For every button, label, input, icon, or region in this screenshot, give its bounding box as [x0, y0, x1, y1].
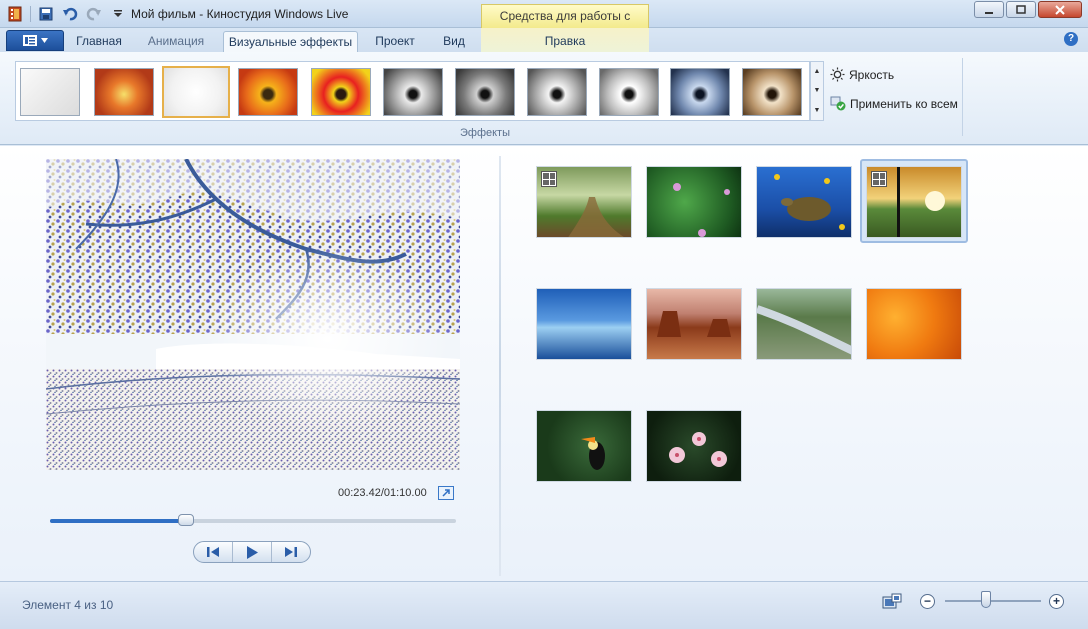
clip-autumn-tree-sunset[interactable] — [866, 166, 962, 238]
effects-gallery — [15, 61, 810, 121]
tab-edit[interactable]: Правка — [530, 31, 600, 52]
tab-visual-effects[interactable]: Визуальные эффекты — [223, 31, 358, 52]
gallery-down-icon[interactable]: ▼ — [814, 87, 821, 94]
status-item-count: Элемент 4 из 10 — [22, 598, 114, 612]
seek-thumb[interactable] — [178, 514, 194, 526]
video-preview — [46, 159, 460, 470]
pane-splitter[interactable] — [499, 156, 501, 576]
maximize-button[interactable] — [1006, 1, 1036, 18]
tab-view[interactable]: Вид — [434, 31, 474, 52]
zoom-slider-track[interactable] — [945, 600, 1041, 602]
redo-icon[interactable] — [85, 5, 103, 23]
effect-gray4-thumb[interactable] — [599, 68, 659, 116]
window-title: Мой фильм - Киностудия Windows Live — [131, 7, 349, 21]
help-icon[interactable]: ? — [1064, 32, 1078, 46]
effect-selected-thumb[interactable] — [162, 66, 230, 118]
zoom-slider-thumb[interactable] — [981, 591, 991, 608]
ribbon-tab-row: Главная Анимация Визуальные эффекты Прое… — [0, 28, 1088, 52]
sun-icon — [830, 67, 845, 82]
effect-gray3-thumb[interactable] — [527, 68, 587, 116]
minimize-button[interactable] — [974, 1, 1004, 18]
clip-blue-sea[interactable] — [536, 288, 632, 360]
tab-animation[interactable]: Анимация — [140, 31, 212, 52]
effect-cyanotype-thumb[interactable] — [670, 68, 730, 116]
effect-gray2-thumb[interactable] — [455, 68, 515, 116]
gallery-more-icon[interactable]: ▼ — [814, 107, 821, 114]
expand-arrow-icon — [442, 489, 450, 497]
gallery-scroll[interactable]: ▲ ▼ ▼ — [810, 61, 824, 121]
clip-orange-flowers[interactable] — [866, 288, 962, 360]
zoom-out-button[interactable]: − — [920, 594, 935, 609]
clip-desert-rock[interactable] — [646, 288, 742, 360]
playback-controls — [193, 541, 311, 563]
title-bar: Мой фильм - Киностудия Windows Live Сред… — [0, 0, 1088, 45]
save-icon[interactable] — [37, 5, 55, 23]
effect-warm-thumb[interactable] — [94, 68, 154, 116]
gallery-up-icon[interactable]: ▲ — [814, 68, 821, 75]
seek-bar[interactable] — [50, 514, 456, 526]
seek-progress — [50, 519, 186, 523]
context-group-header: Средства для работы с видео — [481, 4, 649, 45]
ribbon-panel: ▲ ▼ ▼ Яркость Применить ко всем Эффекты — [0, 52, 1088, 145]
application-menu-button[interactable] — [6, 30, 64, 51]
brightness-label: Яркость — [849, 67, 895, 82]
effect-gray1-thumb[interactable] — [383, 68, 443, 116]
clip-green-flowers[interactable] — [646, 166, 742, 238]
tab-project[interactable]: Проект — [367, 31, 423, 52]
preview-frame-image — [46, 159, 460, 470]
effects-group-label: Эффекты — [460, 127, 511, 139]
tab-home[interactable]: Главная — [70, 31, 128, 52]
undo-icon[interactable] — [61, 5, 79, 23]
chevron-down-icon — [40, 38, 48, 43]
timecode: 00:23.42/01:10.00 — [338, 487, 427, 499]
close-button[interactable] — [1038, 1, 1082, 18]
main-area: 00:23.42/01:10.00 — [0, 146, 1088, 581]
status-bar: Элемент 4 из 10 − + — [0, 581, 1088, 629]
app-film-icon[interactable] — [6, 5, 24, 23]
quick-access-toolbar — [6, 5, 127, 23]
zoom-in-button[interactable]: + — [1049, 594, 1064, 609]
effect-sepia-thumb[interactable] — [742, 68, 802, 116]
customize-qat-icon[interactable] — [109, 5, 127, 23]
clip-sea-turtle[interactable] — [756, 166, 852, 238]
previous-frame-icon — [207, 547, 219, 557]
fullscreen-button[interactable] — [438, 486, 454, 500]
storyboard-view-icon[interactable] — [882, 593, 902, 610]
clip-river[interactable] — [756, 288, 852, 360]
apply-all-icon — [830, 96, 846, 111]
window-controls — [974, 1, 1082, 18]
effect-red-yellow-thumb[interactable] — [311, 68, 371, 116]
apply-to-all-button[interactable]: Применить ко всем — [830, 96, 958, 111]
next-frame-icon — [285, 547, 297, 557]
apply-all-label: Применить ко всем — [850, 96, 958, 111]
clip-pink-flowers[interactable] — [646, 410, 742, 482]
clip-toucan[interactable] — [536, 410, 632, 482]
effect-orange-thumb[interactable] — [238, 68, 298, 116]
ribbon-separator — [962, 58, 963, 136]
previous-frame-button[interactable] — [194, 542, 233, 562]
brightness-button[interactable]: Яркость — [830, 67, 894, 82]
next-frame-button[interactable] — [272, 542, 310, 562]
menu-icon — [22, 35, 37, 46]
effect-none-thumb[interactable] — [20, 68, 80, 116]
qat-separator — [30, 6, 31, 22]
play-icon — [247, 545, 258, 559]
play-button[interactable] — [233, 542, 272, 562]
clip-forest-path[interactable] — [536, 166, 632, 238]
